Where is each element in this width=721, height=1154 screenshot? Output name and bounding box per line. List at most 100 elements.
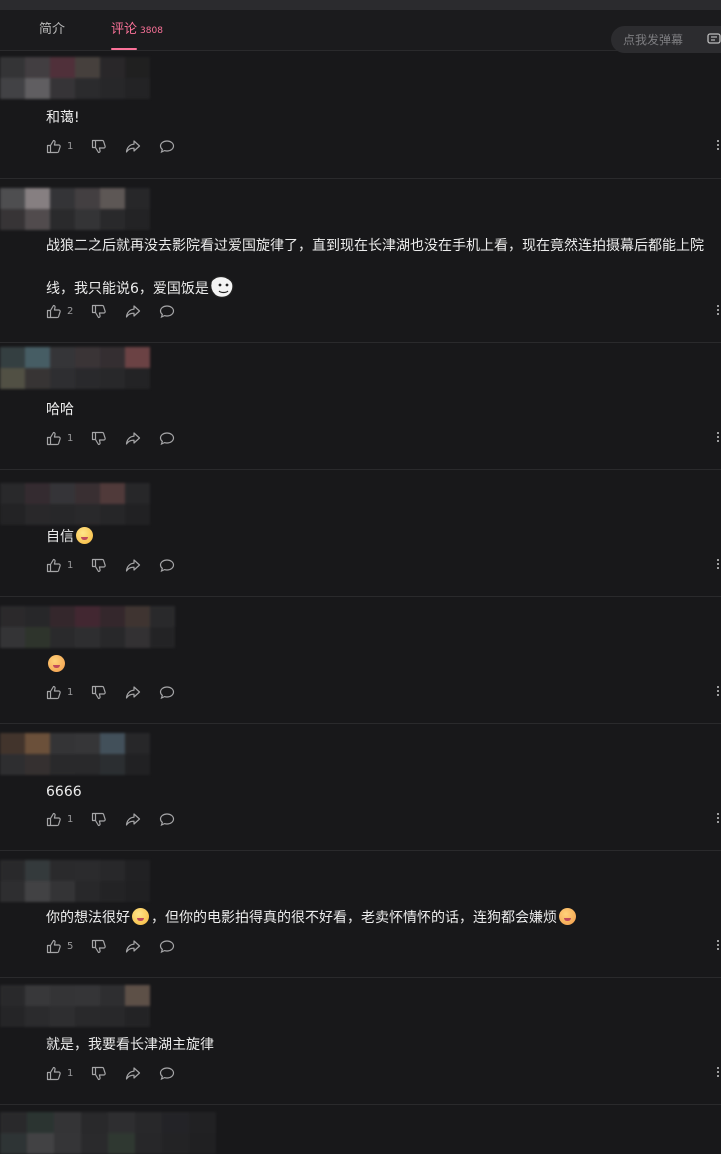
more-icon [714,940,721,950]
like-icon [46,685,61,699]
user-info-blurred [0,733,150,775]
share-button[interactable] [125,1066,141,1081]
more-options-button[interactable] [714,1065,721,1081]
like-icon [46,939,61,953]
like-button[interactable]: 1 [46,1066,73,1081]
reply-button[interactable] [159,812,175,827]
more-options-button[interactable] [714,938,721,954]
comment-actions: 1 [46,1065,193,1081]
more-options-button[interactable] [714,684,721,700]
more-icon [714,559,721,569]
comment-item: 自信 1 [0,469,721,597]
share-button[interactable] [125,139,141,154]
more-options-button[interactable] [714,430,721,446]
reply-button[interactable] [159,685,175,700]
like-icon [46,304,61,318]
share-button[interactable] [125,939,141,954]
dislike-icon [92,939,107,953]
like-button[interactable]: 1 [46,812,73,827]
comment-text-line2: 线，我只能说6，爱国饭是 [46,273,239,303]
dislike-icon [92,812,107,826]
like-count: 1 [67,1067,74,1079]
like-button[interactable]: 1 [46,139,73,154]
more-options-button[interactable] [714,303,721,319]
dislike-button[interactable] [91,685,107,700]
like-icon [46,1066,61,1080]
share-button[interactable] [125,304,141,319]
comment-text: 6666 [46,784,82,800]
share-icon [126,431,141,445]
dislike-button[interactable] [91,431,107,446]
share-button[interactable] [125,685,141,700]
reply-button[interactable] [159,558,175,573]
share-icon [126,939,141,953]
reply-icon [160,1066,175,1080]
comment-item: 6666 1 [0,723,721,851]
dislike-icon [92,139,107,153]
more-icon [714,1067,721,1077]
share-icon [126,685,141,699]
like-count: 1 [67,813,74,825]
dislike-icon [92,558,107,572]
user-info-blurred [0,347,150,389]
more-options-button[interactable] [714,811,721,827]
like-count: 1 [67,432,74,444]
more-icon [714,140,721,150]
danmaku-settings-button[interactable] [703,26,721,53]
dislike-button[interactable] [91,939,107,954]
comment-actions: 1 [46,557,193,573]
like-button[interactable]: 2 [46,304,73,319]
like-button[interactable]: 5 [46,939,73,954]
comment-item: 1 [0,596,721,724]
tab-bar: 简介 评论 3808 [0,10,721,53]
like-count: 1 [67,559,74,571]
like-count: 2 [67,305,74,317]
reply-icon [160,139,175,153]
more-options-button[interactable] [714,557,721,573]
shocked-emoji-icon [132,908,149,925]
tab-comments[interactable]: 评论 3808 [111,10,163,50]
reply-button[interactable] [159,304,175,319]
dislike-button[interactable] [91,1066,107,1081]
active-tab-indicator [111,48,137,50]
share-icon [126,558,141,572]
more-options-button[interactable] [714,138,721,154]
share-button[interactable] [125,558,141,573]
reply-icon [160,431,175,445]
user-info-blurred [0,483,150,525]
reply-icon [160,812,175,826]
dislike-button[interactable] [91,304,107,319]
reply-button[interactable] [159,139,175,154]
more-icon [714,305,721,315]
comment-text-line1: 战狼二之后就再没去影院看过爱国旋律了，直到现在长津湖也没在手机上看，现在竟然连拍… [46,238,704,254]
comment-text: 和蔼! [46,110,80,126]
reply-icon [160,558,175,572]
dislike-button[interactable] [91,558,107,573]
like-count: 1 [67,140,74,152]
share-icon [126,812,141,826]
dislike-icon [92,685,107,699]
dislike-button[interactable] [91,139,107,154]
comment-text: 自信 [46,527,95,547]
comment-text: 哈哈 [46,402,74,418]
like-button[interactable]: 1 [46,685,73,700]
like-button[interactable]: 1 [46,558,73,573]
reply-button[interactable] [159,431,175,446]
comment-actions: 1 [46,138,193,154]
reply-button[interactable] [159,939,175,954]
heart-eyes-emoji-icon [559,908,576,925]
share-button[interactable] [125,812,141,827]
user-info-blurred [0,57,150,99]
dislike-icon [92,431,107,445]
dislike-button[interactable] [91,812,107,827]
tab-intro[interactable]: 简介 [39,10,65,50]
danmaku-input[interactable] [611,26,703,53]
comment-text: 你的想法很好 ，但你的电影拍得真的很不好看，老卖怀情怀的话，连狗都会嫌烦 [46,908,578,928]
comment-text: 线，我只能说6，爱国饭是 [46,281,209,297]
more-icon [714,432,721,442]
share-button[interactable] [125,431,141,446]
dislike-icon [92,304,107,318]
reply-button[interactable] [159,1066,175,1081]
comment-actions: 1 [46,811,193,827]
like-button[interactable]: 1 [46,431,73,446]
